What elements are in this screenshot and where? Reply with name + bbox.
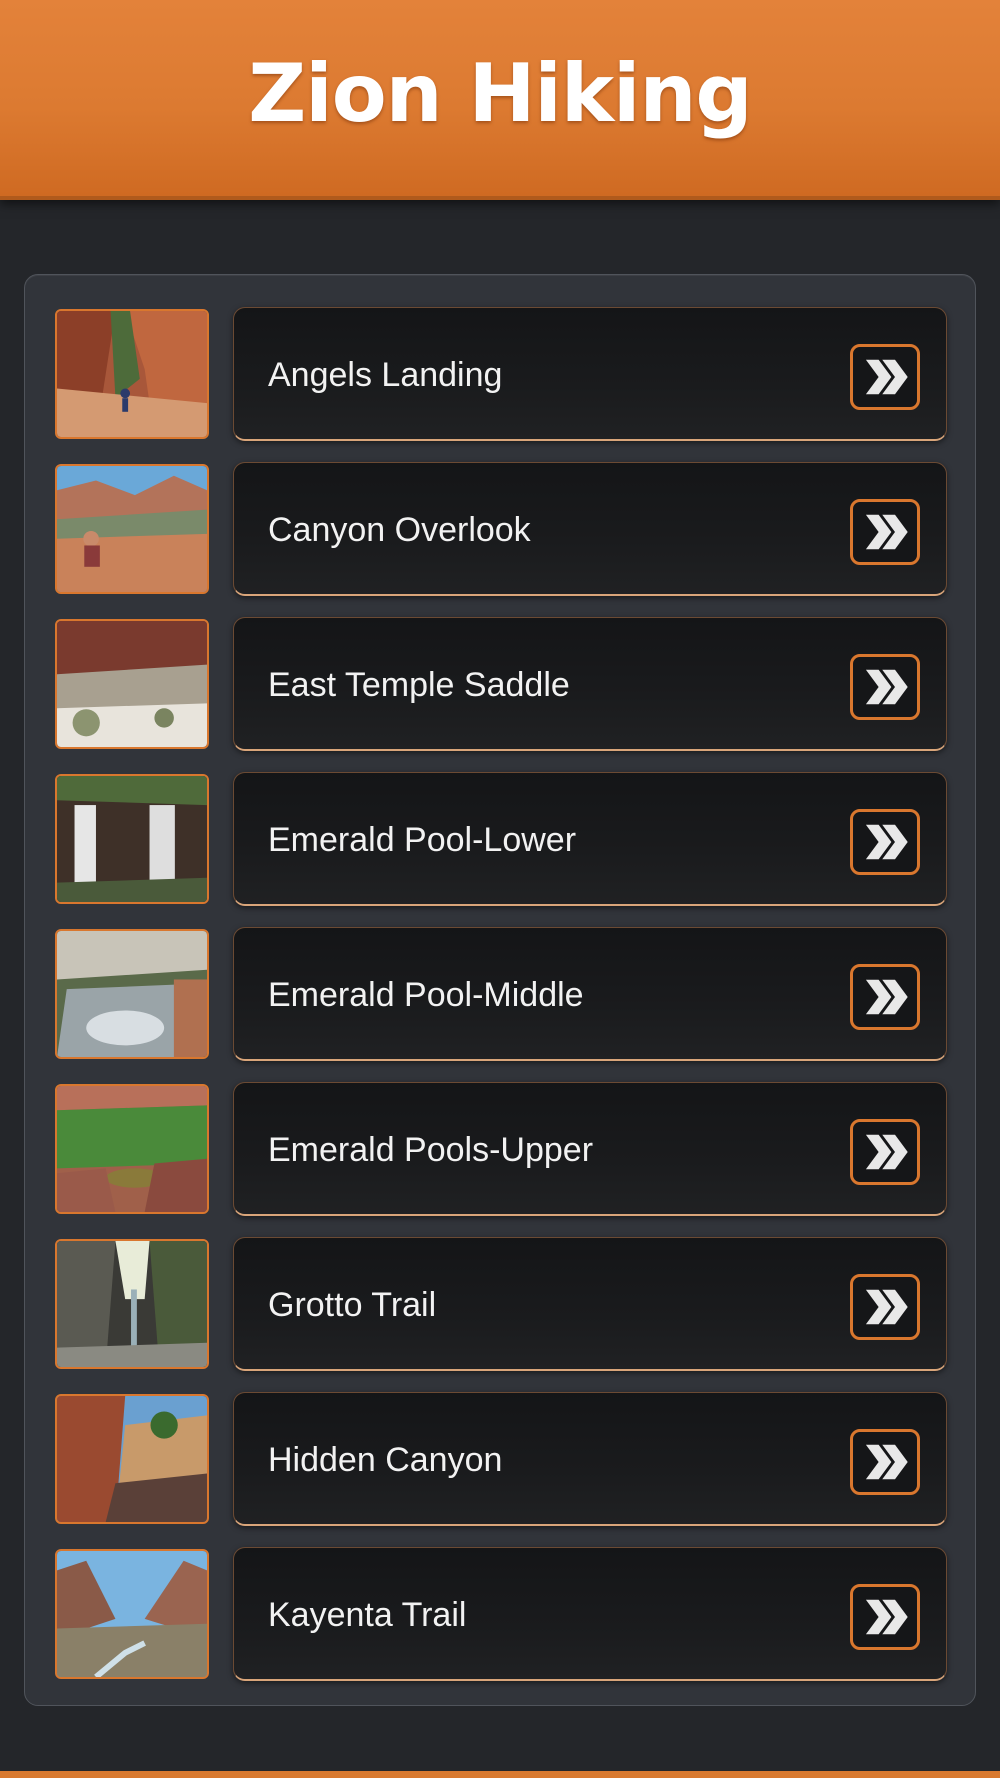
trail-label: Emerald Pools-Upper (268, 1131, 594, 1169)
trail-label: Canyon Overlook (268, 511, 531, 549)
double-chevron-right-icon (850, 809, 920, 875)
bottom-accent-bar (0, 1771, 1000, 1778)
trail-button-hidden-canyon[interactable]: Hidden Canyon (233, 1392, 947, 1526)
trail-list-panel: Angels Landing Canyon Overlook East Temp… (24, 274, 976, 1706)
list-item: Emerald Pool-Lower (55, 772, 947, 906)
list-item: Hidden Canyon (55, 1392, 947, 1526)
trail-label: Kayenta Trail (268, 1596, 467, 1634)
trail-button-grotto-trail[interactable]: Grotto Trail (233, 1237, 947, 1371)
trail-thumbnail[interactable] (55, 1549, 209, 1679)
trail-thumbnail[interactable] (55, 309, 209, 439)
trail-thumbnail[interactable] (55, 1084, 209, 1214)
list-item: East Temple Saddle (55, 617, 947, 751)
trail-button-angels-landing[interactable]: Angels Landing (233, 307, 947, 441)
trail-button-emerald-pools-upper[interactable]: Emerald Pools-Upper (233, 1082, 947, 1216)
double-chevron-right-icon (850, 1584, 920, 1650)
list-item: Emerald Pool-Middle (55, 927, 947, 1061)
double-chevron-right-icon (850, 1274, 920, 1340)
list-item: Angels Landing (55, 307, 947, 441)
list-item: Grotto Trail (55, 1237, 947, 1371)
list-item: Kayenta Trail (55, 1547, 947, 1681)
trail-label: Hidden Canyon (268, 1441, 503, 1479)
trail-button-emerald-pool-lower[interactable]: Emerald Pool-Lower (233, 772, 947, 906)
trail-thumbnail[interactable] (55, 774, 209, 904)
trail-label: Angels Landing (268, 356, 503, 394)
trail-label: Emerald Pool-Middle (268, 976, 584, 1014)
app-header: Zion Hiking (0, 0, 1000, 200)
trail-button-canyon-overlook[interactable]: Canyon Overlook (233, 462, 947, 596)
app-title: Zion Hiking (248, 46, 752, 140)
trail-label: East Temple Saddle (268, 666, 570, 704)
trail-button-east-temple-saddle[interactable]: East Temple Saddle (233, 617, 947, 751)
trail-button-emerald-pool-middle[interactable]: Emerald Pool-Middle (233, 927, 947, 1061)
double-chevron-right-icon (850, 499, 920, 565)
trail-button-kayenta-trail[interactable]: Kayenta Trail (233, 1547, 947, 1681)
trail-thumbnail[interactable] (55, 1394, 209, 1524)
double-chevron-right-icon (850, 1429, 920, 1495)
double-chevron-right-icon (850, 1119, 920, 1185)
double-chevron-right-icon (850, 654, 920, 720)
trail-thumbnail[interactable] (55, 619, 209, 749)
trail-thumbnail[interactable] (55, 929, 209, 1059)
trail-thumbnail[interactable] (55, 464, 209, 594)
double-chevron-right-icon (850, 964, 920, 1030)
trail-thumbnail[interactable] (55, 1239, 209, 1369)
double-chevron-right-icon (850, 344, 920, 410)
trail-label: Grotto Trail (268, 1286, 437, 1324)
list-item: Canyon Overlook (55, 462, 947, 596)
list-item: Emerald Pools-Upper (55, 1082, 947, 1216)
trail-label: Emerald Pool-Lower (268, 821, 577, 859)
